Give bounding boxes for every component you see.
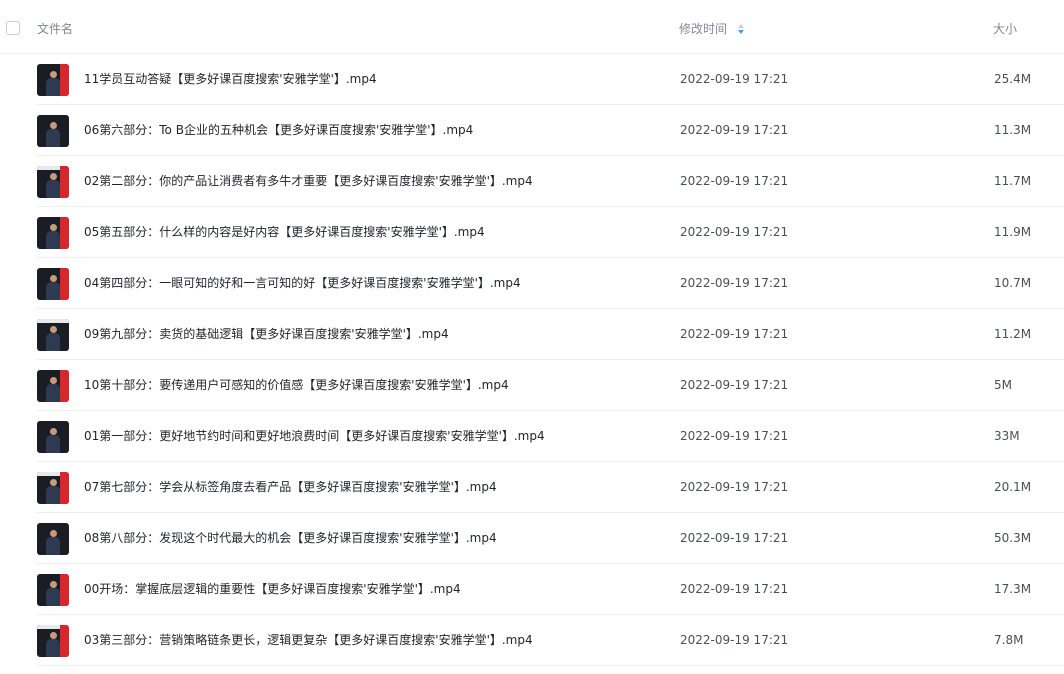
file-name[interactable]: 04第四部分：一眼可知的好和一言可知的好【更多好课百度搜索'安雅学堂'】.mp4 xyxy=(84,275,521,292)
file-modified-time: 2022-09-19 17:21 xyxy=(680,174,789,188)
file-row[interactable]: 10第十部分：要传递用户可感知的价值感【更多好课百度搜索'安雅学堂'】.mp4 2… xyxy=(0,360,1064,411)
file-name[interactable]: 10第十部分：要传递用户可感知的价值感【更多好课百度搜索'安雅学堂'】.mp4 xyxy=(84,377,509,394)
file-row[interactable]: 00开场：掌握底层逻辑的重要性【更多好课百度搜索'安雅学堂'】.mp4 2022-… xyxy=(0,564,1064,615)
file-name[interactable]: 07第七部分：学会从标签角度去看产品【更多好课百度搜索'安雅学堂'】.mp4 xyxy=(84,479,497,496)
file-name[interactable]: 02第二部分：你的产品让消费者有多牛才重要【更多好课百度搜索'安雅学堂'】.mp… xyxy=(84,173,533,190)
video-thumbnail[interactable] xyxy=(37,115,69,147)
file-name[interactable]: 00开场：掌握底层逻辑的重要性【更多好课百度搜索'安雅学堂'】.mp4 xyxy=(84,581,461,598)
file-size: 7.8M xyxy=(994,633,1024,647)
file-modified-time: 2022-09-19 17:21 xyxy=(680,633,789,647)
column-header-size[interactable]: 大小 xyxy=(993,21,1017,37)
file-name[interactable]: 05第五部分：什么样的内容是好内容【更多好课百度搜索'安雅学堂'】.mp4 xyxy=(84,224,485,241)
file-modified-time: 2022-09-19 17:21 xyxy=(680,72,789,86)
video-thumbnail[interactable] xyxy=(37,64,69,96)
file-list-header: 文件名 修改时间 大小 xyxy=(0,0,1064,54)
file-row[interactable]: 06第六部分：To B企业的五种机会【更多好课百度搜索'安雅学堂'】.mp4 20… xyxy=(0,105,1064,156)
column-header-modified-time[interactable]: 修改时间 xyxy=(679,21,727,37)
file-row[interactable]: 11学员互动答疑【更多好课百度搜索'安雅学堂'】.mp4 2022-09-19 1… xyxy=(0,54,1064,105)
file-size: 11.9M xyxy=(994,225,1032,239)
file-size: 17.3M xyxy=(994,582,1032,596)
sort-icon[interactable] xyxy=(737,23,745,35)
file-name[interactable]: 09第九部分：卖货的基础逻辑【更多好课百度搜索'安雅学堂'】.mp4 xyxy=(84,326,449,343)
file-row[interactable]: 04第四部分：一眼可知的好和一言可知的好【更多好课百度搜索'安雅学堂'】.mp4… xyxy=(0,258,1064,309)
file-modified-time: 2022-09-19 17:21 xyxy=(680,225,789,239)
file-size: 33M xyxy=(994,429,1020,443)
file-modified-time: 2022-09-19 17:21 xyxy=(680,582,789,596)
file-modified-time: 2022-09-19 17:21 xyxy=(680,378,789,392)
file-size: 11.2M xyxy=(994,327,1032,341)
video-thumbnail[interactable] xyxy=(37,319,69,351)
file-name[interactable]: 08第八部分：发现这个时代最大的机会【更多好课百度搜索'安雅学堂'】.mp4 xyxy=(84,530,497,547)
video-thumbnail[interactable] xyxy=(37,421,69,453)
video-thumbnail[interactable] xyxy=(37,472,69,504)
file-row[interactable]: 09第九部分：卖货的基础逻辑【更多好课百度搜索'安雅学堂'】.mp4 2022-0… xyxy=(0,309,1064,360)
file-name[interactable]: 11学员互动答疑【更多好课百度搜索'安雅学堂'】.mp4 xyxy=(84,71,377,88)
file-size: 50.3M xyxy=(994,531,1032,545)
file-modified-time: 2022-09-19 17:21 xyxy=(680,327,789,341)
file-size: 20.1M xyxy=(994,480,1032,494)
file-modified-time: 2022-09-19 17:21 xyxy=(680,531,789,545)
file-modified-time: 2022-09-19 17:21 xyxy=(680,480,789,494)
file-size: 25.4M xyxy=(994,72,1032,86)
file-list: 11学员互动答疑【更多好课百度搜索'安雅学堂'】.mp4 2022-09-19 1… xyxy=(0,54,1064,666)
file-size: 5M xyxy=(994,378,1012,392)
file-row[interactable]: 03第三部分：营销策略链条更长，逻辑更复杂【更多好课百度搜索'安雅学堂'】.mp… xyxy=(0,615,1064,666)
file-modified-time: 2022-09-19 17:21 xyxy=(680,276,789,290)
file-size: 11.3M xyxy=(994,123,1032,137)
file-size: 11.7M xyxy=(994,174,1032,188)
column-header-name[interactable]: 文件名 xyxy=(37,21,73,37)
video-thumbnail[interactable] xyxy=(37,574,69,606)
video-thumbnail[interactable] xyxy=(37,166,69,198)
video-thumbnail[interactable] xyxy=(37,370,69,402)
file-modified-time: 2022-09-19 17:21 xyxy=(680,429,789,443)
video-thumbnail[interactable] xyxy=(37,523,69,555)
video-thumbnail[interactable] xyxy=(37,625,69,657)
file-row[interactable]: 05第五部分：什么样的内容是好内容【更多好课百度搜索'安雅学堂'】.mp4 202… xyxy=(0,207,1064,258)
file-row[interactable]: 02第二部分：你的产品让消费者有多牛才重要【更多好课百度搜索'安雅学堂'】.mp… xyxy=(0,156,1064,207)
file-row[interactable]: 08第八部分：发现这个时代最大的机会【更多好课百度搜索'安雅学堂'】.mp4 20… xyxy=(0,513,1064,564)
file-row[interactable]: 07第七部分：学会从标签角度去看产品【更多好课百度搜索'安雅学堂'】.mp4 20… xyxy=(0,462,1064,513)
video-thumbnail[interactable] xyxy=(37,268,69,300)
file-name[interactable]: 01第一部分：更好地节约时间和更好地浪费时间【更多好课百度搜索'安雅学堂'】.m… xyxy=(84,428,545,445)
file-size: 10.7M xyxy=(994,276,1032,290)
video-thumbnail[interactable] xyxy=(37,217,69,249)
file-name[interactable]: 03第三部分：营销策略链条更长，逻辑更复杂【更多好课百度搜索'安雅学堂'】.mp… xyxy=(84,632,533,649)
file-modified-time: 2022-09-19 17:21 xyxy=(680,123,789,137)
select-all-checkbox[interactable] xyxy=(6,21,20,35)
file-row[interactable]: 01第一部分：更好地节约时间和更好地浪费时间【更多好课百度搜索'安雅学堂'】.m… xyxy=(0,411,1064,462)
file-name[interactable]: 06第六部分：To B企业的五种机会【更多好课百度搜索'安雅学堂'】.mp4 xyxy=(84,122,473,139)
